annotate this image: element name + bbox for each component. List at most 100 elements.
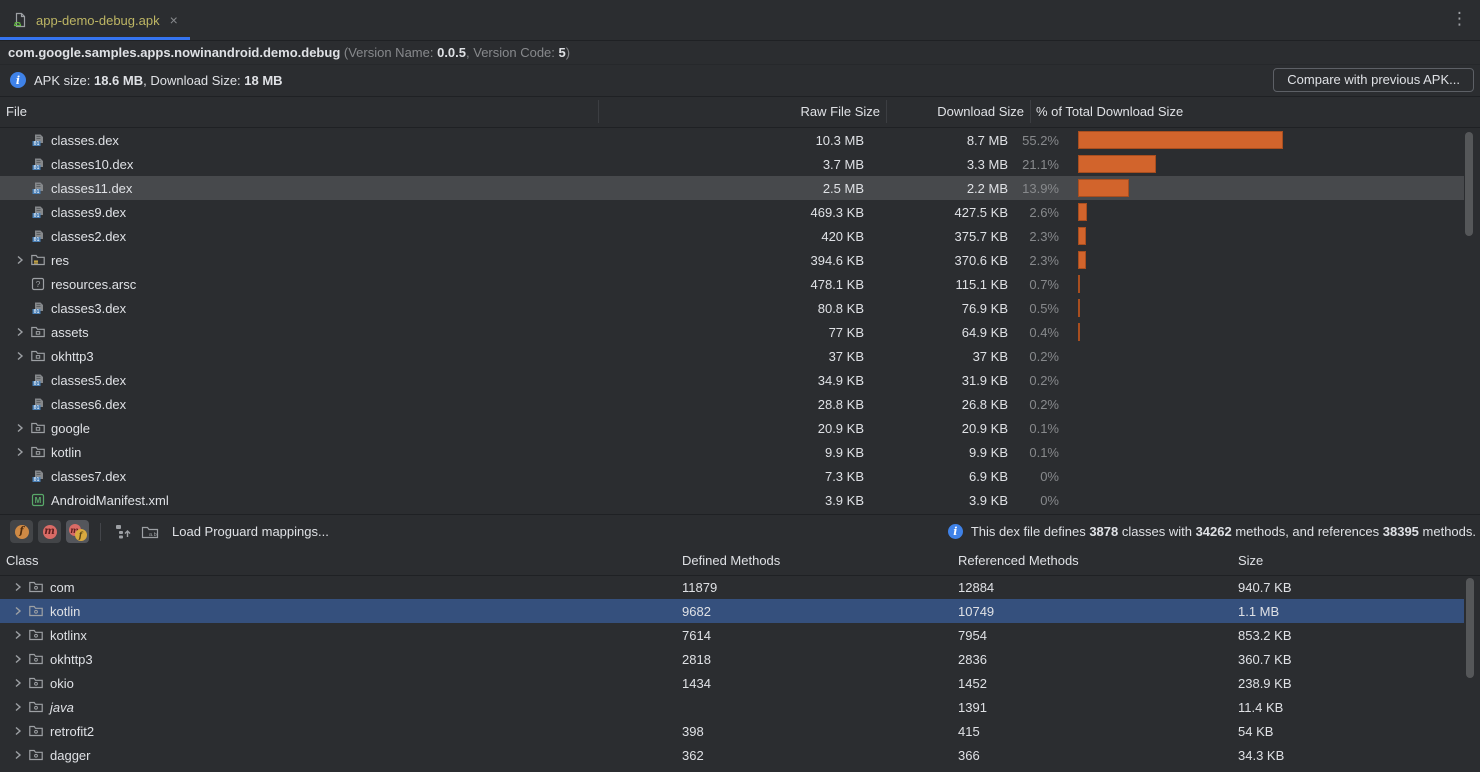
folder-icon: [30, 348, 48, 364]
class-table-row[interactable]: kotlinx76147954853.2 KB: [0, 623, 1464, 647]
defined-methods: 7614: [682, 628, 711, 643]
chevron-expand-icon[interactable]: [8, 675, 28, 691]
show-all-referenced-toggle[interactable]: mf: [66, 520, 89, 543]
file-table-row[interactable]: kotlin9.9 KB9.9 KB0.1%: [0, 440, 1464, 464]
file-table-row[interactable]: MAndroidManifest.xml3.9 KB3.9 KB0%: [0, 488, 1464, 512]
raw-file-size: 2.5 MB: [823, 181, 864, 196]
manifest-file-icon: M: [30, 492, 48, 508]
download-size-bar: [1078, 275, 1080, 293]
download-size: 76.9 KB: [962, 301, 1008, 316]
more-vertical-icon[interactable]: ⋮: [1451, 9, 1468, 29]
column-header-size[interactable]: Size: [1238, 547, 1263, 575]
chevron-expand-icon[interactable]: [8, 723, 28, 739]
show-methods-toggle[interactable]: m: [38, 520, 61, 543]
column-header-defined-methods[interactable]: Defined Methods: [682, 547, 780, 575]
folder-icon: [30, 420, 48, 436]
file-table-row[interactable]: ?resources.arsc478.1 KB115.1 KB0.7%: [0, 272, 1464, 296]
chevron-expand-icon[interactable]: [8, 603, 28, 619]
file-table-row[interactable]: 01classes.dex10.3 MB8.7 MB55.2%: [0, 128, 1464, 152]
class-table-row[interactable]: dagger36236634.3 KB: [0, 743, 1464, 767]
column-header-pct-of-total[interactable]: % of Total Download Size: [1036, 96, 1183, 127]
download-size: 6.9 KB: [969, 469, 1008, 484]
dex-file-icon: 01: [30, 180, 48, 196]
scrollbar-vertical[interactable]: [1465, 132, 1473, 236]
dex-summary: i This dex file defines 3878 classes wit…: [948, 515, 1476, 548]
download-size: 9.9 KB: [969, 445, 1008, 460]
column-header-file[interactable]: File: [6, 96, 27, 127]
load-proguard-mappings-link[interactable]: Load Proguard mappings...: [172, 524, 329, 539]
size: 54 KB: [1238, 724, 1273, 739]
download-size: 26.8 KB: [962, 397, 1008, 412]
raw-file-size: 37 KB: [829, 349, 864, 364]
scrollbar-vertical[interactable]: [1466, 578, 1474, 678]
chevron-expand-icon[interactable]: [8, 579, 28, 595]
package-icon: [28, 723, 46, 739]
size: 34.3 KB: [1238, 748, 1284, 763]
file-name: classes9.dex: [51, 205, 126, 220]
referenced-methods: 7954: [958, 628, 987, 643]
pct-of-total: 0.4%: [1029, 325, 1059, 340]
class-table-row[interactable]: com1187912884940.7 KB: [0, 575, 1464, 599]
chevron-expand-icon[interactable]: [8, 699, 28, 715]
close-icon[interactable]: ×: [170, 13, 178, 27]
file-table-row[interactable]: assets77 KB64.9 KB0.4%: [0, 320, 1464, 344]
referenced-methods: 1452: [958, 676, 987, 691]
pct-of-total: 2.3%: [1029, 253, 1059, 268]
download-size: 8.7 MB: [967, 133, 1008, 148]
file-table-row[interactable]: 01classes6.dex28.8 KB26.8 KB0.2%: [0, 392, 1464, 416]
tab-apk-analyzer[interactable]: app-demo-debug.apk ×: [0, 0, 190, 40]
column-header-raw-file-size[interactable]: Raw File Size: [801, 96, 880, 127]
chevron-expand-icon[interactable]: [10, 444, 30, 460]
referenced-methods: 366: [958, 748, 980, 763]
compare-apk-button[interactable]: Compare with previous APK...: [1273, 68, 1474, 92]
raw-file-size: 10.3 MB: [816, 133, 864, 148]
file-table-row[interactable]: res394.6 KB370.6 KB2.3%: [0, 248, 1464, 272]
class-table-row[interactable]: okio14341452238.9 KB: [0, 671, 1464, 695]
column-header-download-size[interactable]: Download Size: [937, 96, 1024, 127]
chevron-expand-icon[interactable]: [8, 627, 28, 643]
class-table-row[interactable]: java139111.4 KB: [0, 695, 1464, 719]
chevron-expand-icon[interactable]: [8, 747, 28, 763]
class-table-row[interactable]: retrofit239841554 KB: [0, 719, 1464, 743]
file-table-row[interactable]: google20.9 KB20.9 KB0.1%: [0, 416, 1464, 440]
file-table-row[interactable]: 01classes2.dex420 KB375.7 KB2.3%: [0, 224, 1464, 248]
show-fields-toggle[interactable]: f: [10, 520, 33, 543]
defined-methods: 2818: [682, 652, 711, 667]
folder-icon: [30, 444, 48, 460]
file-table-row[interactable]: 01classes10.dex3.7 MB3.3 MB21.1%: [0, 152, 1464, 176]
chevron-expand-icon[interactable]: [10, 348, 30, 364]
show-package-names-icon[interactable]: a.b: [139, 521, 161, 543]
class-table-header: Class Defined Methods Referenced Methods…: [0, 547, 1480, 576]
column-header-referenced-methods[interactable]: Referenced Methods: [958, 547, 1079, 575]
file-table-row[interactable]: okhttp337 KB37 KB0.2%: [0, 344, 1464, 368]
download-size-bar: [1078, 155, 1156, 173]
defined-classes-count: 3878: [1089, 524, 1118, 539]
package-name: retrofit2: [50, 724, 94, 739]
svg-text:01: 01: [34, 477, 40, 483]
method-icon: m: [43, 525, 57, 539]
column-header-class[interactable]: Class: [6, 547, 39, 575]
chevron-expand-icon[interactable]: [8, 651, 28, 667]
dex-file-icon: 01: [30, 156, 48, 172]
file-table-row[interactable]: 01classes3.dex80.8 KB76.9 KB0.5%: [0, 296, 1464, 320]
file-name: classes6.dex: [51, 397, 126, 412]
file-table-row[interactable]: 01classes9.dex469.3 KB427.5 KB2.6%: [0, 200, 1464, 224]
file-name: assets: [51, 325, 89, 340]
pct-of-total: 55.2%: [1022, 133, 1059, 148]
file-name: resources.arsc: [51, 277, 136, 292]
dex-summary-text: This dex file defines 3878 classes with …: [971, 524, 1476, 539]
file-table-row[interactable]: 01classes5.dex34.9 KB31.9 KB0.2%: [0, 368, 1464, 392]
file-name: classes10.dex: [51, 157, 133, 172]
file-table-row[interactable]: 01classes7.dex7.3 KB6.9 KB0%: [0, 464, 1464, 488]
pct-of-total: 0%: [1040, 493, 1059, 508]
package-icon: [28, 579, 46, 595]
file-name: classes3.dex: [51, 301, 126, 316]
expand-tree-icon[interactable]: [112, 521, 134, 543]
file-table: 01classes.dex10.3 MB8.7 MB55.2%01classes…: [0, 128, 1480, 512]
chevron-expand-icon[interactable]: [10, 420, 30, 436]
file-table-row[interactable]: 01classes11.dex2.5 MB2.2 MB13.9%: [0, 176, 1464, 200]
class-table-row[interactable]: kotlin9682107491.1 MB: [0, 599, 1464, 623]
chevron-expand-icon[interactable]: [10, 252, 30, 268]
class-table-row[interactable]: okhttp328182836360.7 KB: [0, 647, 1464, 671]
chevron-expand-icon[interactable]: [10, 324, 30, 340]
